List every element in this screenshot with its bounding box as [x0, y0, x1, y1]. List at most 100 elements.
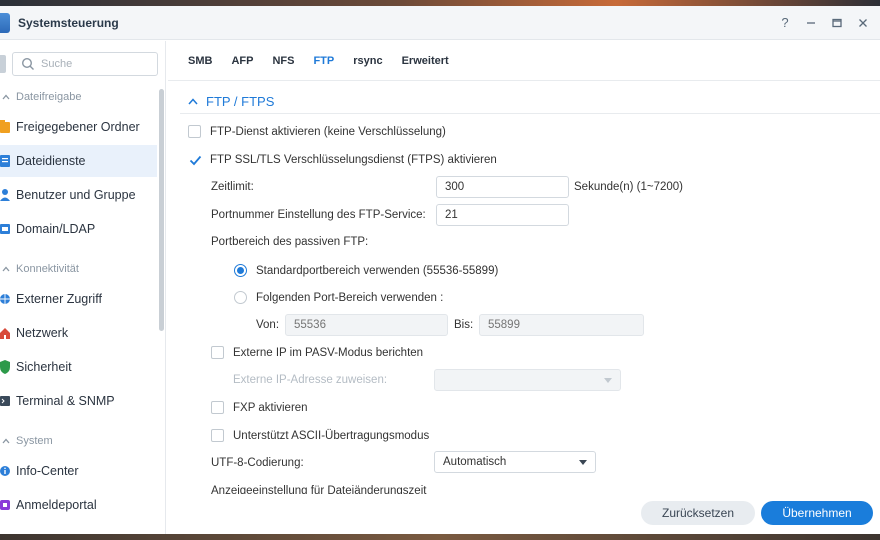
external-ip-checkbox[interactable]: [211, 346, 224, 359]
external-ip-assign-label: Externe IP-Adresse zuweisen:: [233, 374, 388, 386]
control-panel-window: Systemsteuerung ? Dateifreigabe Frei: [0, 6, 880, 534]
port-field[interactable]: [436, 204, 569, 226]
desktop-background-bottom: [0, 534, 880, 540]
timeout-unit-row: Sekunde(n) (1~7200): [574, 181, 683, 193]
section-header-dateifreigabe[interactable]: Dateifreigabe: [0, 86, 160, 108]
external-ip-assign-select[interactable]: [434, 369, 621, 391]
from-field[interactable]: [285, 314, 448, 336]
sidebar-item-label: Info-Center: [16, 464, 79, 478]
to-input[interactable]: [488, 319, 643, 331]
folder-share-icon: [0, 120, 10, 133]
window-title: Systemsteuerung: [18, 15, 119, 30]
passive-default-row: Standardportbereich verwenden (55536-558…: [234, 264, 498, 277]
sidebar-item-sicherheit[interactable]: Sicherheit: [0, 351, 157, 383]
to-label: Bis:: [454, 319, 474, 331]
domain-icon: [0, 224, 10, 234]
fxp-checkbox[interactable]: [211, 401, 224, 414]
terminal-icon: [0, 396, 10, 406]
passive-default-radio[interactable]: [234, 264, 247, 277]
port-label-row: Portnummer Einstellung des FTP-Service:: [211, 209, 426, 221]
passive-custom-radio[interactable]: [234, 291, 247, 304]
close-button[interactable]: [850, 12, 876, 34]
sidebar-item-domain-ldap[interactable]: Domain/LDAP: [0, 213, 157, 245]
tab-rsync[interactable]: rsync: [353, 55, 382, 67]
tab-nfs[interactable]: NFS: [272, 55, 294, 67]
help-button[interactable]: ?: [772, 12, 798, 34]
ftps-enable-row: FTP SSL/TLS Verschlüsselungsdienst (FTPS…: [188, 153, 497, 167]
chevron-up-icon: [188, 98, 198, 105]
sidebar-item-label: Anmeldeportal: [16, 498, 97, 512]
section-toggle-ftp-ftps[interactable]: FTP / FTPS: [188, 94, 274, 109]
section-header-label: System: [16, 435, 53, 447]
sidebar-scrollbar[interactable]: [159, 89, 164, 331]
section-header-label: Konnektivität: [16, 263, 79, 275]
ascii-label: Unterstützt ASCII-Übertragungsmodus: [233, 429, 430, 442]
window-controls: ?: [772, 12, 876, 34]
utf8-label-row: UTF-8-Codierung:: [211, 457, 304, 469]
passive-custom-label: Folgenden Port-Bereich verwenden :: [256, 291, 444, 304]
shield-icon: [0, 360, 10, 374]
passive-default-label: Standardportbereich verwenden (55536-558…: [256, 264, 499, 277]
main-panel: SMB AFP NFS FTP rsync Erweitert FTP / FT…: [168, 41, 880, 534]
ascii-checkbox[interactable]: [211, 429, 224, 442]
to-label-row: Bis:: [454, 319, 473, 331]
sidebar-item-anmeldeportal[interactable]: Anmeldeportal: [0, 489, 157, 521]
maximize-icon: [832, 18, 842, 27]
tab-erweitert[interactable]: Erweitert: [402, 55, 449, 67]
sidebar-item-label: Sicherheit: [16, 360, 72, 374]
utf8-select[interactable]: Automatisch: [434, 451, 596, 473]
ftp-enable-checkbox[interactable]: [188, 125, 201, 138]
sidebar-item-freigegebener-ordner[interactable]: Freigegebener Ordner: [0, 111, 157, 143]
reset-button[interactable]: Zurücksetzen: [641, 501, 755, 525]
external-ip-label: Externe IP im PASV-Modus berichten: [233, 346, 424, 359]
tab-ftp[interactable]: FTP: [313, 55, 334, 67]
external-ip-row: Externe IP im PASV-Modus berichten: [211, 346, 423, 359]
from-input[interactable]: [294, 319, 447, 331]
sidebar-item-benutzer-und-gruppe[interactable]: Benutzer und Gruppe: [0, 179, 157, 211]
timeout-input[interactable]: [445, 181, 568, 193]
section-title: FTP / FTPS: [206, 94, 275, 109]
sidebar-toggle-handle[interactable]: [0, 55, 6, 73]
search-input[interactable]: [41, 58, 151, 70]
ascii-row: Unterstützt ASCII-Übertragungsmodus: [211, 429, 429, 442]
timeout-unit: Sekunde(n) (1~7200): [574, 181, 684, 193]
to-field[interactable]: [479, 314, 644, 336]
from-label: Von:: [256, 319, 280, 331]
chevron-up-icon: [0, 94, 12, 100]
ftp-enable-label: FTP-Dienst aktivieren (keine Verschlüsse…: [210, 125, 446, 138]
minimize-button[interactable]: [798, 12, 824, 34]
sidebar-item-label: Benutzer und Gruppe: [16, 188, 136, 202]
timeout-field[interactable]: [436, 176, 569, 198]
footer-bar: Zurücksetzen Übernehmen: [168, 494, 880, 534]
sidebar-item-externer-zugriff[interactable]: Externer Zugriff: [0, 283, 157, 315]
tab-smb[interactable]: SMB: [188, 55, 212, 67]
sidebar-item-info-center[interactable]: Info-Center: [0, 455, 157, 487]
ftp-enable-row: FTP-Dienst aktivieren (keine Verschlüsse…: [188, 125, 446, 138]
check-icon: [189, 155, 201, 165]
ftps-enable-checkbox[interactable]: [188, 153, 202, 167]
tab-bar: SMB AFP NFS FTP rsync Erweitert: [168, 41, 880, 81]
sidebar-item-terminal-snmp[interactable]: Terminal & SNMP: [0, 385, 157, 417]
chevron-up-icon: [0, 438, 12, 444]
users-icon: [0, 189, 10, 201]
maximize-button[interactable]: [824, 12, 850, 34]
chevron-up-icon: [0, 266, 12, 272]
apply-button[interactable]: Übernehmen: [761, 501, 873, 525]
control-panel-app-icon: [0, 12, 10, 33]
passive-custom-row: Folgenden Port-Bereich verwenden :: [234, 291, 443, 304]
minimize-icon: [807, 21, 815, 24]
section-header-konnektivitaet[interactable]: Konnektivität: [0, 258, 160, 280]
caret-down-icon: [579, 460, 587, 465]
title-bar: Systemsteuerung ?: [0, 6, 880, 40]
utf8-select-value: Automatisch: [443, 456, 507, 468]
search-box[interactable]: [12, 52, 158, 76]
external-ip-assign-row: Externe IP-Adresse zuweisen:: [233, 374, 387, 386]
info-icon: [0, 466, 10, 476]
sidebar-item-dateidienste[interactable]: Dateidienste: [0, 145, 157, 177]
sidebar: Dateifreigabe Freigegebener Ordner Datei…: [0, 41, 166, 534]
tab-afp[interactable]: AFP: [231, 55, 253, 67]
radio-dot: [237, 267, 244, 274]
section-header-system[interactable]: System: [0, 430, 160, 452]
port-input[interactable]: [445, 209, 568, 221]
sidebar-item-netzwerk[interactable]: Netzwerk: [0, 317, 157, 349]
